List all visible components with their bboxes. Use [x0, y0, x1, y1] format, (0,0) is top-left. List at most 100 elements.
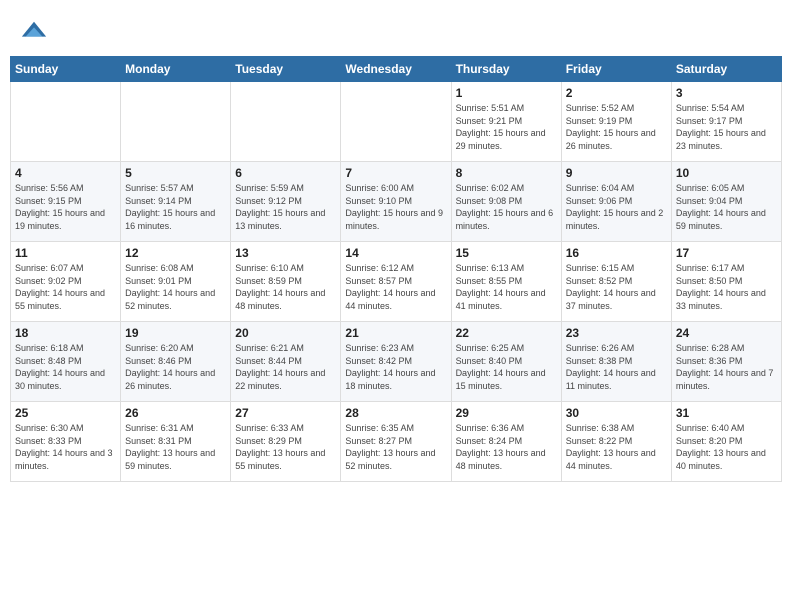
calendar-cell: 3 Sunrise: 5:54 AM Sunset: 9:17 PM Daylig… — [671, 82, 781, 162]
day-number: 21 — [345, 326, 446, 340]
calendar-table: SundayMondayTuesdayWednesdayThursdayFrid… — [10, 56, 782, 482]
day-info: Sunrise: 5:57 AM Sunset: 9:14 PM Dayligh… — [125, 182, 226, 232]
day-info: Sunrise: 6:05 AM Sunset: 9:04 PM Dayligh… — [676, 182, 777, 232]
calendar-cell: 16 Sunrise: 6:15 AM Sunset: 8:52 PM Dayli… — [561, 242, 671, 322]
calendar-cell: 12 Sunrise: 6:08 AM Sunset: 9:01 PM Dayli… — [121, 242, 231, 322]
day-number: 29 — [456, 406, 557, 420]
calendar-body: 1 Sunrise: 5:51 AM Sunset: 9:21 PM Daylig… — [11, 82, 782, 482]
day-number: 25 — [15, 406, 116, 420]
day-info: Sunrise: 5:52 AM Sunset: 9:19 PM Dayligh… — [566, 102, 667, 152]
day-number: 23 — [566, 326, 667, 340]
day-number: 11 — [15, 246, 116, 260]
calendar-cell: 27 Sunrise: 6:33 AM Sunset: 8:29 PM Dayli… — [231, 402, 341, 482]
calendar-cell: 28 Sunrise: 6:35 AM Sunset: 8:27 PM Dayli… — [341, 402, 451, 482]
day-info: Sunrise: 6:10 AM Sunset: 8:59 PM Dayligh… — [235, 262, 336, 312]
calendar-cell — [231, 82, 341, 162]
calendar-cell: 24 Sunrise: 6:28 AM Sunset: 8:36 PM Dayli… — [671, 322, 781, 402]
day-info: Sunrise: 6:23 AM Sunset: 8:42 PM Dayligh… — [345, 342, 446, 392]
calendar-cell: 21 Sunrise: 6:23 AM Sunset: 8:42 PM Dayli… — [341, 322, 451, 402]
day-info: Sunrise: 6:31 AM Sunset: 8:31 PM Dayligh… — [125, 422, 226, 472]
calendar-cell: 11Sunrise: 6:07 AM Sunset: 9:02 PM Dayli… — [11, 242, 121, 322]
day-number: 22 — [456, 326, 557, 340]
calendar-cell: 14 Sunrise: 6:12 AM Sunset: 8:57 PM Dayli… — [341, 242, 451, 322]
calendar-cell: 15 Sunrise: 6:13 AM Sunset: 8:55 PM Dayli… — [451, 242, 561, 322]
day-number: 30 — [566, 406, 667, 420]
day-number: 6 — [235, 166, 336, 180]
logo — [20, 18, 50, 46]
day-info: Sunrise: 5:56 AM Sunset: 9:15 PM Dayligh… — [15, 182, 116, 232]
calendar-cell: 6 Sunrise: 5:59 AM Sunset: 9:12 PM Daylig… — [231, 162, 341, 242]
calendar-cell: 18 Sunrise: 6:18 AM Sunset: 8:48 PM Dayli… — [11, 322, 121, 402]
weekday-header-wednesday: Wednesday — [341, 57, 451, 82]
day-info: Sunrise: 6:35 AM Sunset: 8:27 PM Dayligh… — [345, 422, 446, 472]
calendar-cell: 17 Sunrise: 6:17 AM Sunset: 8:50 PM Dayli… — [671, 242, 781, 322]
day-info: Sunrise: 6:33 AM Sunset: 8:29 PM Dayligh… — [235, 422, 336, 472]
day-number: 14 — [345, 246, 446, 260]
calendar-cell: 9 Sunrise: 6:04 AM Sunset: 9:06 PM Daylig… — [561, 162, 671, 242]
day-info: Sunrise: 6:04 AM Sunset: 9:06 PM Dayligh… — [566, 182, 667, 232]
day-info: Sunrise: 5:59 AM Sunset: 9:12 PM Dayligh… — [235, 182, 336, 232]
calendar-week-5: 25 Sunrise: 6:30 AM Sunset: 8:33 PM Dayli… — [11, 402, 782, 482]
day-number: 16 — [566, 246, 667, 260]
day-info: Sunrise: 6:30 AM Sunset: 8:33 PM Dayligh… — [15, 422, 116, 472]
day-number: 8 — [456, 166, 557, 180]
calendar-cell: 23 Sunrise: 6:26 AM Sunset: 8:38 PM Dayli… — [561, 322, 671, 402]
day-info: Sunrise: 6:02 AM Sunset: 9:08 PM Dayligh… — [456, 182, 557, 232]
calendar-cell — [11, 82, 121, 162]
weekday-header-saturday: Saturday — [671, 57, 781, 82]
day-info: Sunrise: 6:17 AM Sunset: 8:50 PM Dayligh… — [676, 262, 777, 312]
day-info: Sunrise: 6:13 AM Sunset: 8:55 PM Dayligh… — [456, 262, 557, 312]
day-number: 15 — [456, 246, 557, 260]
day-number: 18 — [15, 326, 116, 340]
calendar-cell — [341, 82, 451, 162]
day-number: 19 — [125, 326, 226, 340]
day-number: 20 — [235, 326, 336, 340]
day-number: 31 — [676, 406, 777, 420]
weekday-header-tuesday: Tuesday — [231, 57, 341, 82]
day-info: Sunrise: 6:15 AM Sunset: 8:52 PM Dayligh… — [566, 262, 667, 312]
logo-icon — [20, 18, 48, 46]
day-info: Sunrise: 6:40 AM Sunset: 8:20 PM Dayligh… — [676, 422, 777, 472]
day-info: Sunrise: 6:36 AM Sunset: 8:24 PM Dayligh… — [456, 422, 557, 472]
day-info: Sunrise: 6:28 AM Sunset: 8:36 PM Dayligh… — [676, 342, 777, 392]
calendar-cell: 7Sunrise: 6:00 AM Sunset: 9:10 PM Daylig… — [341, 162, 451, 242]
calendar-week-2: 4 Sunrise: 5:56 AM Sunset: 9:15 PM Daylig… — [11, 162, 782, 242]
calendar-week-1: 1 Sunrise: 5:51 AM Sunset: 9:21 PM Daylig… — [11, 82, 782, 162]
calendar-cell: 30 Sunrise: 6:38 AM Sunset: 8:22 PM Dayli… — [561, 402, 671, 482]
weekday-header-friday: Friday — [561, 57, 671, 82]
day-info: Sunrise: 5:54 AM Sunset: 9:17 PM Dayligh… — [676, 102, 777, 152]
day-number: 9 — [566, 166, 667, 180]
day-info: Sunrise: 6:21 AM Sunset: 8:44 PM Dayligh… — [235, 342, 336, 392]
day-info: Sunrise: 6:18 AM Sunset: 8:48 PM Dayligh… — [15, 342, 116, 392]
day-number: 28 — [345, 406, 446, 420]
calendar-cell: 22Sunrise: 6:25 AM Sunset: 8:40 PM Dayli… — [451, 322, 561, 402]
calendar-cell: 1 Sunrise: 5:51 AM Sunset: 9:21 PM Daylig… — [451, 82, 561, 162]
day-number: 7 — [345, 166, 446, 180]
day-info: Sunrise: 6:12 AM Sunset: 8:57 PM Dayligh… — [345, 262, 446, 312]
day-info: Sunrise: 6:38 AM Sunset: 8:22 PM Dayligh… — [566, 422, 667, 472]
weekday-header-thursday: Thursday — [451, 57, 561, 82]
day-number: 27 — [235, 406, 336, 420]
calendar-cell: 2Sunrise: 5:52 AM Sunset: 9:19 PM Daylig… — [561, 82, 671, 162]
day-number: 12 — [125, 246, 226, 260]
day-info: Sunrise: 6:26 AM Sunset: 8:38 PM Dayligh… — [566, 342, 667, 392]
calendar-cell: 13Sunrise: 6:10 AM Sunset: 8:59 PM Dayli… — [231, 242, 341, 322]
day-number: 5 — [125, 166, 226, 180]
day-info: Sunrise: 5:51 AM Sunset: 9:21 PM Dayligh… — [456, 102, 557, 152]
weekday-header-sunday: Sunday — [11, 57, 121, 82]
day-info: Sunrise: 6:08 AM Sunset: 9:01 PM Dayligh… — [125, 262, 226, 312]
calendar-cell: 4 Sunrise: 5:56 AM Sunset: 9:15 PM Daylig… — [11, 162, 121, 242]
day-number: 4 — [15, 166, 116, 180]
weekday-header-monday: Monday — [121, 57, 231, 82]
calendar-cell: 25 Sunrise: 6:30 AM Sunset: 8:33 PM Dayli… — [11, 402, 121, 482]
weekday-header-row: SundayMondayTuesdayWednesdayThursdayFrid… — [11, 57, 782, 82]
day-number: 24 — [676, 326, 777, 340]
calendar-cell: 19Sunrise: 6:20 AM Sunset: 8:46 PM Dayli… — [121, 322, 231, 402]
day-number: 26 — [125, 406, 226, 420]
calendar-header: SundayMondayTuesdayWednesdayThursdayFrid… — [11, 57, 782, 82]
day-number: 1 — [456, 86, 557, 100]
page-header — [10, 10, 782, 52]
day-number: 10 — [676, 166, 777, 180]
day-number: 3 — [676, 86, 777, 100]
day-number: 17 — [676, 246, 777, 260]
